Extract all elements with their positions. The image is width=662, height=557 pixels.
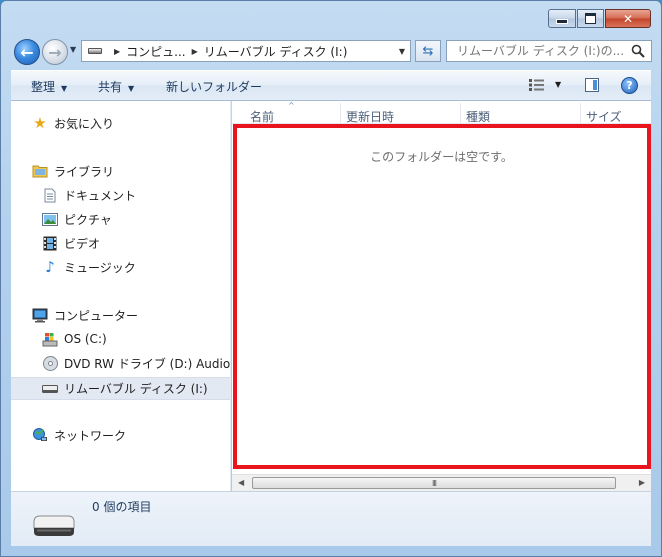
back-button[interactable]: ← xyxy=(14,39,40,65)
breadcrumb-removable-disk[interactable]: リムーバブル ディスク (I:) xyxy=(204,43,348,60)
nav-label: DVD RW ドライブ (D:) Audio xyxy=(64,356,231,371)
nav-item-computer[interactable]: コンピューター xyxy=(11,305,230,325)
sort-ascending-icon: ^ xyxy=(288,101,295,110)
nav-item-removable-disk[interactable]: リムーバブル ディスク (I:) xyxy=(11,377,230,400)
scroll-right-icon[interactable]: ▶ xyxy=(639,478,645,487)
navigation-pane: ★ お気に入り ライブラリ ドキュメント ピクチャ ビデオ ♪ ミュージック コ… xyxy=(11,101,231,491)
breadcrumb-computer[interactable]: コンピュ... xyxy=(126,43,185,60)
grip-icon: III xyxy=(431,478,437,488)
library-folder-icon xyxy=(32,163,48,179)
scroll-left-icon[interactable]: ◀ xyxy=(238,478,244,487)
nav-item-libraries[interactable]: ライブラリ xyxy=(11,161,230,181)
dvd-disc-icon xyxy=(42,355,58,371)
navigation-row: ← → ▼ ▶ コンピュ... ▶ リムーバブル ディスク (I:) ▼ ⇆ xyxy=(11,37,652,65)
back-arrow-icon: ← xyxy=(20,42,34,62)
preview-pane-icon[interactable] xyxy=(585,78,599,92)
search-box[interactable] xyxy=(446,40,652,62)
empty-folder-message: このフォルダーは空です。 xyxy=(370,150,513,164)
nav-label: OS (C:) xyxy=(64,332,107,346)
nav-label: ビデオ xyxy=(64,236,101,251)
close-icon: ✕ xyxy=(622,11,634,26)
music-note-icon: ♪ xyxy=(45,258,55,276)
network-globe-icon xyxy=(32,427,48,443)
chevron-down-icon: ▼ xyxy=(128,84,135,93)
drive-icon xyxy=(88,48,102,54)
column-headers: ^ 名前 更新日時 種類 サイズ xyxy=(232,101,651,124)
windows-drive-icon xyxy=(42,331,58,347)
breadcrumb-separator[interactable]: ▶ xyxy=(114,47,120,56)
caption-buttons: ✕ xyxy=(548,9,651,28)
star-icon: ★ xyxy=(33,114,47,132)
nav-item-pictures[interactable]: ピクチャ xyxy=(11,209,230,229)
nav-item-music[interactable]: ♪ ミュージック xyxy=(11,257,230,277)
column-type[interactable]: 種類 xyxy=(466,108,490,125)
nav-item-dvd-drive[interactable]: DVD RW ドライブ (D:) Audio xyxy=(11,353,231,373)
column-divider[interactable] xyxy=(460,103,461,123)
film-icon xyxy=(42,235,58,251)
maximize-button[interactable] xyxy=(577,9,604,28)
close-button[interactable]: ✕ xyxy=(605,9,651,28)
file-list-pane[interactable]: ^ 名前 更新日時 種類 サイズ このフォルダーは空です。 xyxy=(232,101,651,474)
computer-icon xyxy=(32,307,48,323)
command-bar: 整理 ▼ 共有 ▼ 新しいフォルダー ▼ ? xyxy=(11,70,651,101)
column-divider[interactable] xyxy=(580,103,581,123)
refresh-icon: ⇆ xyxy=(422,43,434,59)
minimize-button[interactable] xyxy=(548,9,576,28)
nav-item-network[interactable]: ネットワーク xyxy=(11,425,230,445)
removable-drive-large-icon xyxy=(31,514,77,538)
breadcrumb-separator[interactable]: ▶ xyxy=(192,47,198,56)
nav-label: ライブラリ xyxy=(54,164,115,179)
organize-label: 整理 xyxy=(31,80,56,94)
refresh-button[interactable]: ⇆ xyxy=(415,40,441,62)
help-icon[interactable]: ? xyxy=(621,77,638,94)
organize-menu[interactable]: 整理 ▼ xyxy=(31,78,67,95)
nav-label: コンピューター xyxy=(54,308,139,323)
nav-label: ミュージック xyxy=(64,260,136,275)
horizontal-scrollbar[interactable]: ◀ III ▶ xyxy=(232,474,651,491)
nav-item-favorites[interactable]: ★ お気に入り xyxy=(11,113,230,133)
explorer-window: ✕ ← → ▼ ▶ コンピュ... ▶ リムーバブル ディスク (I:) ▼ ⇆… xyxy=(0,0,662,557)
maximize-icon xyxy=(585,13,596,24)
removable-drive-icon xyxy=(42,381,58,397)
nav-label: ドキュメント xyxy=(64,188,137,203)
address-bar[interactable]: ▶ コンピュ... ▶ リムーバブル ディスク (I:) ▼ xyxy=(81,40,411,62)
column-size[interactable]: サイズ xyxy=(586,108,622,125)
share-label: 共有 xyxy=(98,80,123,94)
forward-button[interactable]: → xyxy=(42,39,68,65)
item-count: 0 個の項目 xyxy=(92,500,152,514)
document-icon xyxy=(42,187,58,203)
nav-label: ネットワーク xyxy=(54,428,127,443)
address-dropdown-icon[interactable]: ▼ xyxy=(399,47,405,56)
search-input[interactable] xyxy=(447,43,629,59)
picture-icon xyxy=(42,211,58,227)
column-name[interactable]: 名前 xyxy=(250,108,274,125)
change-view-icon[interactable] xyxy=(529,79,545,91)
chevron-down-icon: ▼ xyxy=(61,84,68,93)
view-options-dropdown[interactable]: ▼ xyxy=(555,80,561,89)
nav-item-documents[interactable]: ドキュメント xyxy=(11,185,230,205)
scrollbar-thumb[interactable]: III xyxy=(252,477,616,489)
nav-item-videos[interactable]: ビデオ xyxy=(11,233,230,253)
recent-pages-dropdown[interactable]: ▼ xyxy=(70,45,76,54)
nav-label: ピクチャ xyxy=(64,212,112,227)
column-divider[interactable] xyxy=(340,103,341,123)
share-menu[interactable]: 共有 ▼ xyxy=(98,78,134,95)
search-icon[interactable] xyxy=(629,44,647,58)
column-modified[interactable]: 更新日時 xyxy=(346,108,394,125)
nav-label: リムーバブル ディスク (I:) xyxy=(64,382,208,396)
nav-label: お気に入り xyxy=(54,116,115,131)
forward-arrow-icon: → xyxy=(48,42,62,62)
new-folder-button[interactable]: 新しいフォルダー xyxy=(166,78,262,95)
minimize-icon xyxy=(556,19,568,24)
nav-item-os-drive[interactable]: OS (C:) xyxy=(11,329,230,349)
details-pane: 0 個の項目 xyxy=(11,491,651,546)
